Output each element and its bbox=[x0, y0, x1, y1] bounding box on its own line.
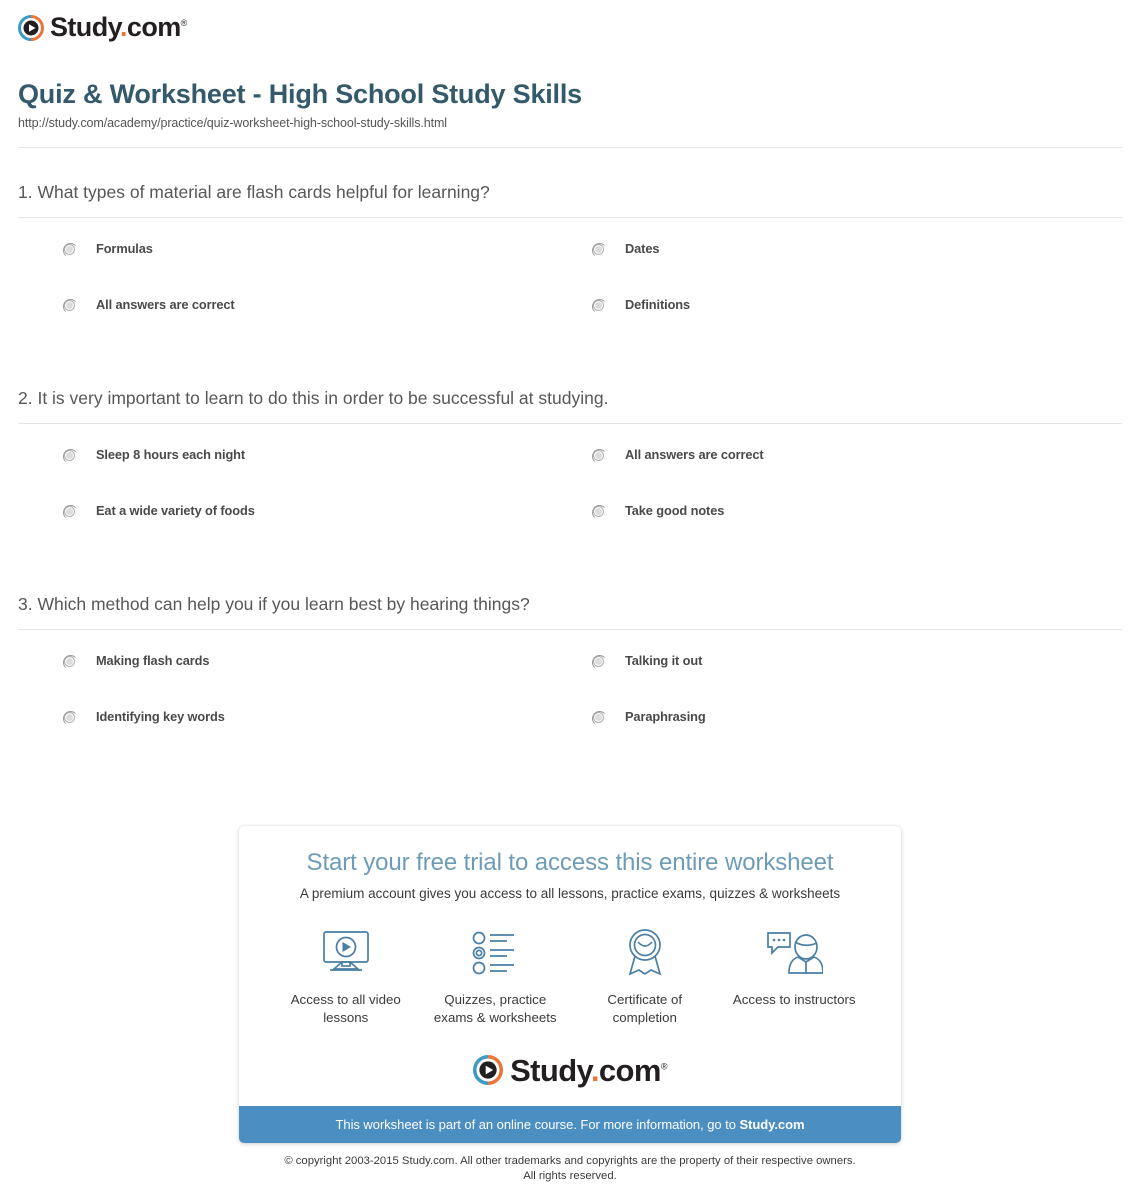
answer-label: Definitions bbox=[625, 296, 691, 312]
logo-wordmark: Study.com® bbox=[50, 14, 187, 41]
answer-label: Making flash cards bbox=[96, 652, 210, 668]
radio-button-icon[interactable] bbox=[63, 242, 78, 258]
logo-word-com: com bbox=[598, 1052, 662, 1088]
logo-word-study: Study bbox=[50, 12, 121, 42]
answer-label: Paraphrasing bbox=[625, 708, 706, 724]
question-text: 1. What types of material are flash card… bbox=[18, 181, 490, 202]
monitor-play-icon bbox=[320, 927, 372, 979]
radio-button-icon[interactable] bbox=[592, 298, 607, 314]
question-block: 2. It is very important to learn to do t… bbox=[18, 354, 1122, 560]
answer-option[interactable]: Making flash cards bbox=[63, 652, 593, 710]
answer-option[interactable]: Take good notes bbox=[592, 502, 1122, 560]
radio-button-icon[interactable] bbox=[63, 710, 78, 726]
answer-label: Formulas bbox=[96, 240, 153, 256]
answer-option[interactable]: Definitions bbox=[592, 296, 1122, 354]
answer-option[interactable]: All answers are correct bbox=[592, 446, 1122, 504]
answer-option[interactable]: Talking it out bbox=[592, 652, 1122, 710]
answer-option[interactable]: Eat a wide variety of foods bbox=[63, 502, 593, 560]
radio-button-icon[interactable] bbox=[592, 654, 607, 670]
page-url: http://study.com/academy/practice/quiz-w… bbox=[18, 115, 447, 130]
trademark-symbol: ® bbox=[180, 18, 188, 28]
award-ribbon-icon bbox=[621, 927, 669, 979]
answer-label: Talking it out bbox=[625, 652, 703, 668]
free-trial-promo-card: Start your free trial to access this ent… bbox=[239, 825, 901, 1143]
answer-options: Formulas Dates All answers are correct D… bbox=[18, 240, 1122, 354]
answer-label: All answers are correct bbox=[96, 296, 235, 312]
question-block: 1. What types of material are flash card… bbox=[18, 148, 1122, 354]
play-circle-icon bbox=[473, 1055, 504, 1086]
logo-dot: . bbox=[590, 1052, 600, 1088]
copyright-line-1: © copyright 2003-2015 Study.com. All oth… bbox=[284, 1154, 856, 1167]
promo-feature-label: Certificate of completion bbox=[607, 991, 683, 1025]
promo-feature: Access to all video lessons bbox=[271, 927, 421, 1027]
site-logo[interactable]: Study.com® bbox=[18, 0, 1122, 42]
title-block: Quiz & Worksheet - High School Study Ski… bbox=[18, 42, 1122, 130]
answer-label: Sleep 8 hours each night bbox=[96, 446, 246, 462]
copyright-line-2: All rights reserved. bbox=[523, 1169, 617, 1182]
logo-word-study: Study bbox=[510, 1052, 591, 1088]
radio-button-icon[interactable] bbox=[592, 448, 607, 464]
quiz-list-icon bbox=[470, 927, 520, 979]
logo-word-com: com bbox=[126, 12, 181, 42]
trademark-symbol: ® bbox=[660, 1061, 668, 1072]
promo-heading: Start your free trial to access this ent… bbox=[306, 848, 834, 876]
answer-option[interactable]: Sleep 8 hours each night bbox=[63, 446, 593, 504]
answer-label: Dates bbox=[625, 240, 660, 256]
promo-subheading: A premium account gives you access to al… bbox=[299, 885, 841, 901]
promo-feature-label: Quizzes, practice exams & worksheets bbox=[433, 991, 557, 1025]
radio-button-icon[interactable] bbox=[63, 448, 78, 464]
instructor-chat-icon bbox=[765, 927, 824, 979]
play-circle-icon bbox=[18, 14, 44, 41]
questions-list: 1. What types of material are flash card… bbox=[18, 148, 1122, 766]
page-title: Quiz & Worksheet - High School Study Ski… bbox=[18, 79, 582, 109]
promo-feature-label: Access to all video lessons bbox=[290, 991, 401, 1025]
answer-label: Take good notes bbox=[625, 502, 725, 518]
promo-course-bar[interactable]: This worksheet is part of an online cour… bbox=[239, 1105, 901, 1143]
promo-feature-list: Access to all video lessons Quizzes, pra… bbox=[239, 927, 901, 1027]
answer-option[interactable]: Formulas bbox=[63, 240, 593, 298]
radio-button-icon[interactable] bbox=[592, 504, 607, 520]
answer-option[interactable]: Dates bbox=[592, 240, 1122, 298]
radio-button-icon[interactable] bbox=[63, 298, 78, 314]
promo-bar-text: This worksheet is part of an online cour… bbox=[335, 1116, 740, 1132]
radio-button-icon[interactable] bbox=[63, 504, 78, 520]
promo-card-wrapper: Start your free trial to access this ent… bbox=[18, 825, 1122, 1143]
promo-bar-link[interactable]: Study.com bbox=[739, 1117, 804, 1132]
question-text: 3. Which method can help you if you lear… bbox=[18, 593, 530, 614]
answer-option[interactable]: Paraphrasing bbox=[592, 708, 1122, 766]
promo-feature: Quizzes, practice exams & worksheets bbox=[421, 927, 571, 1027]
answer-options: Making flash cards Talking it out Identi… bbox=[18, 652, 1122, 766]
answer-label: Eat a wide variety of foods bbox=[96, 502, 255, 518]
question-block: 3. Which method can help you if you lear… bbox=[18, 560, 1122, 766]
answer-option[interactable]: All answers are correct bbox=[63, 296, 593, 354]
answer-label: Identifying key words bbox=[96, 708, 225, 724]
promo-feature: Access to instructors bbox=[720, 927, 870, 1027]
worksheet-page: Study.com® Quiz & Worksheet - High Schoo… bbox=[0, 0, 1140, 1184]
answer-option[interactable]: Identifying key words bbox=[63, 708, 593, 766]
question-divider bbox=[18, 216, 1122, 218]
logo-dot: . bbox=[120, 12, 127, 42]
logo-wordmark: Study.com® bbox=[510, 1055, 667, 1086]
question-text: 2. It is very important to learn to do t… bbox=[18, 387, 609, 408]
question-divider bbox=[18, 628, 1122, 630]
promo-logo[interactable]: Study.com® bbox=[239, 1055, 901, 1086]
copyright-notice: © copyright 2003-2015 Study.com. All oth… bbox=[18, 1154, 1122, 1184]
answer-label: All answers are correct bbox=[625, 446, 764, 462]
radio-button-icon[interactable] bbox=[592, 710, 607, 726]
radio-button-icon[interactable] bbox=[592, 242, 607, 258]
promo-feature: Certificate of completion bbox=[570, 927, 720, 1027]
answer-options: Sleep 8 hours each night All answers are… bbox=[18, 446, 1122, 560]
promo-feature-label: Access to instructors bbox=[732, 991, 856, 1007]
question-divider bbox=[18, 422, 1122, 424]
radio-button-icon[interactable] bbox=[63, 654, 78, 670]
